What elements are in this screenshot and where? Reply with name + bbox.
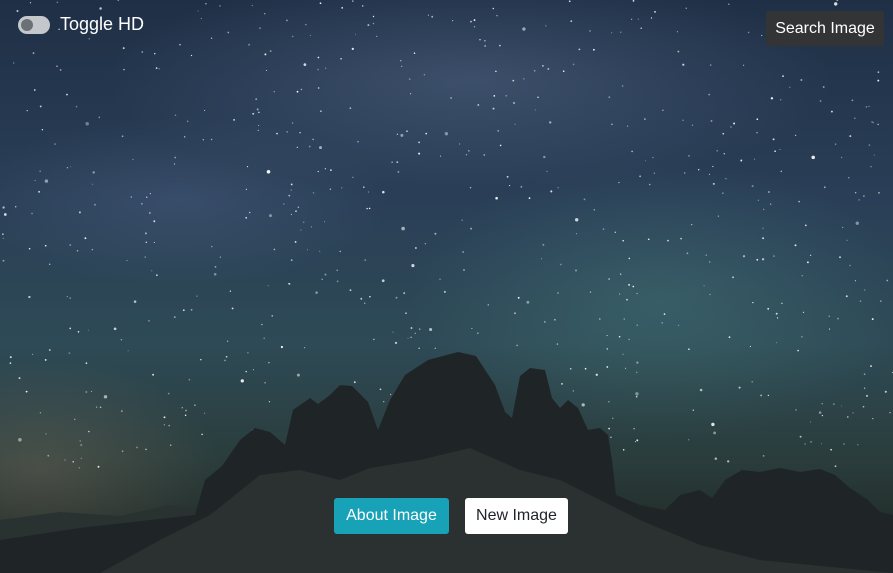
about-image-button[interactable]: About Image: [334, 498, 449, 534]
search-image-button[interactable]: Search Image: [766, 11, 884, 46]
hd-toggle-knob: [21, 18, 33, 31]
new-image-button[interactable]: New Image: [465, 498, 568, 534]
mountain-silhouette: [0, 352, 893, 573]
hd-toggle[interactable]: Toggle HD: [18, 14, 144, 35]
hd-toggle-switch[interactable]: [18, 15, 50, 34]
hd-toggle-label: Toggle HD: [60, 14, 145, 34]
image-viewer: Toggle HD Search Image About Image New I…: [0, 0, 893, 573]
